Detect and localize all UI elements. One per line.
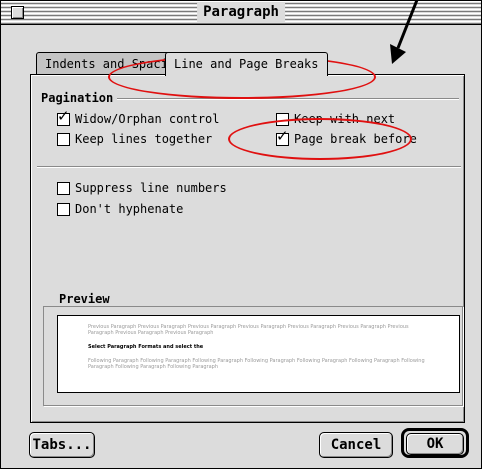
preview-heading: Preview	[55, 292, 114, 306]
preview-previous-paragraph: Previous Paragraph Previous Paragraph Pr…	[88, 324, 409, 336]
checkbox-box	[57, 202, 70, 216]
window-title: Paragraph	[197, 3, 285, 22]
widow-orphan-control-label: Widow/Orphan control	[75, 112, 220, 126]
suppress-line-numbers-label: Suppress line numbers	[75, 181, 227, 195]
section-divider	[37, 166, 461, 168]
ok-button[interactable]: OK	[406, 433, 464, 455]
checkmark-icon: ✓	[57, 106, 70, 125]
tab-line-and-page-breaks[interactable]: Line and Page Breaks	[165, 52, 328, 76]
suppress-line-numbers-checkbox[interactable]: Suppress line numbers	[57, 181, 227, 195]
checkbox-highlight-annotation	[228, 118, 412, 160]
dont-hyphenate-label: Don't hyphenate	[75, 202, 184, 216]
paragraph-dialog: Paragraph Indents and Spacing Line and P…	[0, 0, 482, 469]
preview-following-paragraph: Following Paragraph Following Paragraph …	[88, 358, 425, 370]
keep-lines-together-label: Keep lines together	[75, 132, 213, 146]
checkbox-box: ✓	[57, 108, 70, 126]
widow-orphan-control-checkbox[interactable]: ✓ Widow/Orphan control	[57, 108, 220, 126]
keep-lines-together-checkbox[interactable]: Keep lines together	[57, 132, 212, 146]
pagination-group-divider	[109, 98, 459, 100]
pointer-arrow-icon	[390, 0, 419, 64]
preview-current-paragraph: Select Paragraph Formats and select the	[88, 344, 204, 350]
close-box-icon[interactable]	[11, 6, 24, 19]
cancel-button[interactable]: Cancel	[319, 432, 393, 458]
pagination-heading: Pagination	[41, 91, 118, 105]
checkbox-box	[57, 181, 70, 195]
checkbox-box	[57, 132, 70, 146]
dont-hyphenate-checkbox[interactable]: Don't hyphenate	[57, 202, 183, 216]
tabs-button[interactable]: Tabs...	[29, 432, 95, 458]
preview-pane: Previous Paragraph Previous Paragraph Pr…	[57, 315, 460, 393]
